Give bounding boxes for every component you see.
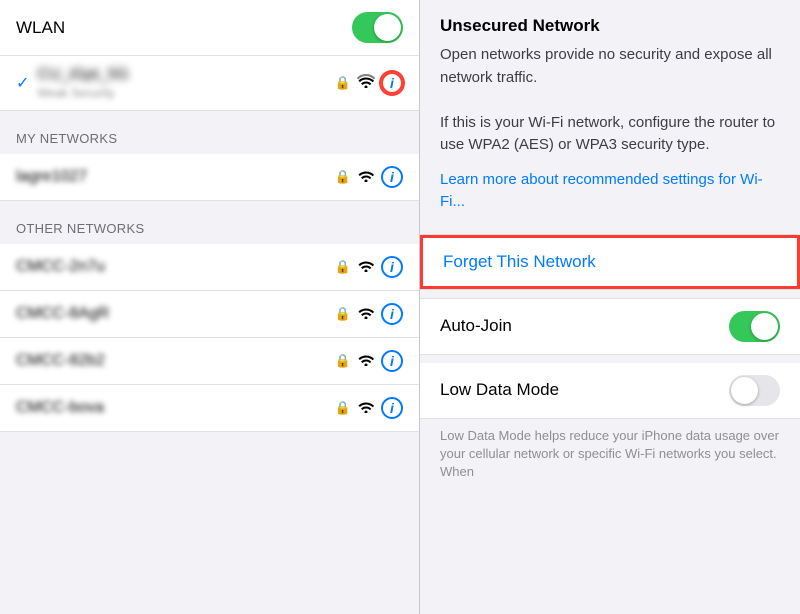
other-network-name-0: CMCC-2n7u (16, 258, 335, 276)
low-data-row: Low Data Mode (420, 363, 800, 418)
other-network-icons-0: 🔒 i (335, 256, 403, 278)
other-network-row-0[interactable]: CMCC-2n7u 🔒 i (0, 244, 419, 291)
learn-more-link[interactable]: Learn more about recommended settings fo… (440, 169, 780, 218)
unsecured-body-2: If this is your Wi-Fi network, configure… (440, 114, 775, 154)
auto-join-toggle[interactable] (729, 311, 780, 342)
low-data-description: Low Data Mode helps reduce your iPhone d… (420, 419, 800, 494)
wifi-icon (357, 74, 375, 93)
other-network-info-button-0[interactable]: i (381, 256, 403, 278)
wifi-icon-other0 (357, 258, 375, 277)
settings-section: Auto-Join Low Data Mode (420, 298, 800, 419)
connected-network-name: CU_iGpt_5G (37, 66, 334, 84)
other-network-info-button-1[interactable]: i (381, 303, 403, 325)
lock-icon-other1: 🔒 (335, 306, 351, 322)
lock-icon-my1: 🔒 (335, 169, 351, 185)
my-network-icons-1: 🔒 i (335, 166, 403, 188)
unsecured-title: Unsecured Network (440, 16, 780, 36)
wifi-icon-my1 (357, 168, 375, 187)
auto-join-label: Auto-Join (440, 316, 512, 336)
wlan-row: WLAN (0, 0, 419, 56)
wifi-icon-other3 (357, 399, 375, 418)
other-networks-list: CMCC-2n7u 🔒 i CMCC-8AgR 🔒 (0, 244, 419, 432)
forget-network-button[interactable]: Forget This Network (443, 252, 596, 271)
section-divider (420, 355, 800, 363)
my-networks-list: lagre1027 🔒 i (0, 154, 419, 201)
other-networks-header: OTHER NETWORKS (0, 201, 419, 244)
connected-network-icons: 🔒 i (335, 72, 403, 94)
my-network-name-1: lagre1027 (16, 168, 335, 186)
my-network-row-1[interactable]: lagre1027 🔒 i (0, 154, 419, 201)
auto-join-row: Auto-Join (420, 299, 800, 355)
unsecured-section: Unsecured Network Open networks provide … (420, 0, 800, 234)
lock-icon-other3: 🔒 (335, 400, 351, 416)
connected-network-sub: Weak Security (37, 86, 334, 100)
other-network-row-3[interactable]: CMCC-bova 🔒 i (0, 385, 419, 432)
other-network-row-2[interactable]: CMCC-82b2 🔒 i (0, 338, 419, 385)
lock-icon-other0: 🔒 (335, 259, 351, 275)
lock-icon: 🔒 (335, 75, 351, 91)
wifi-icon-other2 (357, 352, 375, 371)
low-data-label: Low Data Mode (440, 380, 559, 400)
lock-icon-other2: 🔒 (335, 353, 351, 369)
unsecured-body: Open networks provide no security and ex… (440, 44, 780, 157)
wlan-label: WLAN (16, 18, 65, 38)
other-network-info-button-2[interactable]: i (381, 350, 403, 372)
unsecured-body-1: Open networks provide no security and ex… (440, 46, 772, 86)
connected-info-button[interactable]: i (381, 72, 403, 94)
right-panel: Unsecured Network Open networks provide … (420, 0, 800, 614)
left-panel: WLAN ✓ CU_iGpt_5G Weak Security 🔒 i MY N… (0, 0, 420, 614)
low-data-toggle[interactable] (729, 375, 780, 406)
wifi-icon-other1 (357, 305, 375, 324)
checkmark-icon: ✓ (16, 73, 29, 93)
other-network-name-3: CMCC-bova (16, 399, 335, 417)
forget-section: Forget This Network (420, 234, 800, 290)
connected-network-info: CU_iGpt_5G Weak Security (37, 66, 334, 100)
forget-network-row[interactable]: Forget This Network (420, 235, 800, 289)
other-network-name-1: CMCC-8AgR (16, 305, 335, 323)
my-networks-header: MY NETWORKS (0, 111, 419, 154)
wlan-toggle[interactable] (352, 12, 403, 43)
other-network-icons-1: 🔒 i (335, 303, 403, 325)
other-network-row-1[interactable]: CMCC-8AgR 🔒 i (0, 291, 419, 338)
other-network-name-2: CMCC-82b2 (16, 352, 335, 370)
my-network-info-button-1[interactable]: i (381, 166, 403, 188)
other-network-info-button-3[interactable]: i (381, 397, 403, 419)
other-network-icons-2: 🔒 i (335, 350, 403, 372)
connected-network-row[interactable]: ✓ CU_iGpt_5G Weak Security 🔒 i (0, 56, 419, 111)
other-network-icons-3: 🔒 i (335, 397, 403, 419)
